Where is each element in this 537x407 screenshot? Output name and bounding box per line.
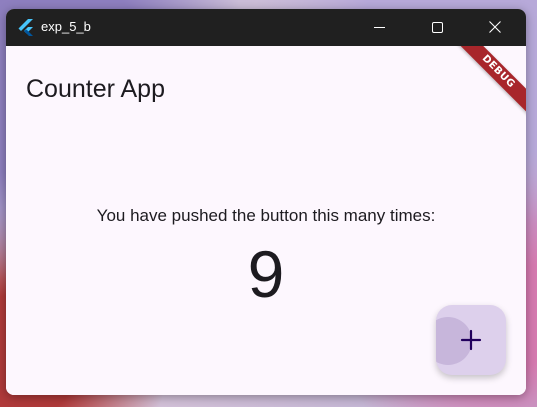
- maximize-button[interactable]: [408, 9, 466, 46]
- plus-icon: [436, 305, 506, 375]
- window-titlebar[interactable]: exp_5_b: [6, 9, 526, 46]
- close-button[interactable]: [466, 9, 524, 46]
- debug-banner-label: DEBUG: [452, 46, 526, 118]
- minimize-button[interactable]: [350, 9, 408, 46]
- app-content: Counter App You have pushed the button t…: [6, 46, 526, 395]
- increment-button[interactable]: [436, 305, 506, 375]
- maximize-icon: [431, 18, 443, 37]
- app-window: exp_5_b Counter App You have pushed the …: [6, 9, 526, 395]
- appbar-title: Counter App: [26, 75, 165, 103]
- debug-banner: DEBUG: [446, 46, 526, 126]
- counter-value: 9: [247, 237, 285, 311]
- window-title: exp_5_b: [41, 19, 91, 34]
- flutter-logo-icon: [18, 19, 34, 37]
- minimize-icon: [373, 18, 385, 37]
- counter-message: You have pushed the button this many tim…: [96, 206, 436, 225]
- close-icon: [489, 18, 501, 37]
